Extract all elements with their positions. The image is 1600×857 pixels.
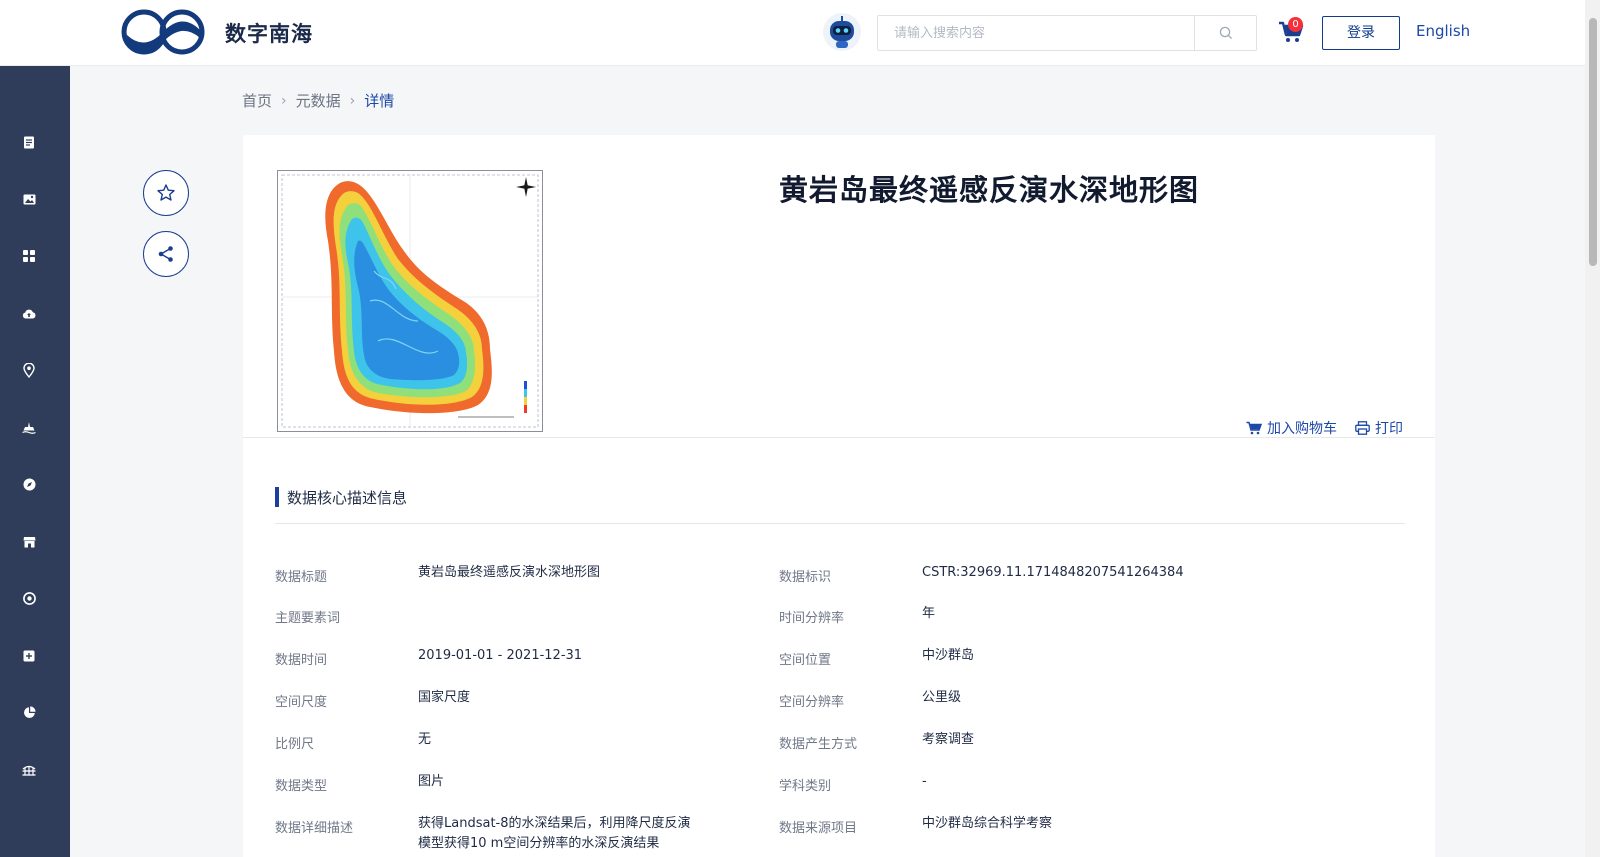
field-label: 数据详细描述 [275, 821, 354, 836]
document-icon[interactable] [21, 134, 37, 150]
page-scrollbar[interactable] [1585, 0, 1600, 857]
section-title: 数据核心描述信息 [287, 488, 408, 507]
field-value: 图片 [418, 774, 445, 789]
bridge-icon[interactable] [21, 762, 37, 778]
field-value: 考察调查 [922, 732, 975, 747]
star-icon [157, 184, 175, 201]
ship-icon[interactable] [21, 420, 37, 436]
section-accent-bar [275, 487, 279, 507]
compass-icon[interactable] [21, 476, 37, 492]
search-button[interactable] [1194, 16, 1256, 50]
printer-icon [1355, 421, 1370, 435]
print-button[interactable]: 打印 [1355, 418, 1403, 438]
site-name[interactable]: 数字南海 [225, 18, 313, 48]
breadcrumb-metadata[interactable]: 元数据 [296, 90, 341, 111]
grid-icon[interactable] [21, 248, 37, 264]
field-value: 获得Landsat-8的水深结果后，利用降尺度反演模型获得10 m空间分辨率的水… [418, 816, 691, 851]
field-label: 空间尺度 [275, 695, 328, 710]
dataset-preview-image[interactable] [277, 170, 543, 432]
cart-count-badge: 0 [1288, 17, 1303, 32]
field-label: 数据类型 [275, 779, 328, 794]
field-value: 年 [922, 606, 936, 621]
scrollbar-thumb[interactable] [1589, 18, 1597, 266]
english-language-link[interactable]: English [1416, 22, 1470, 40]
share-icon [158, 246, 173, 262]
divider [275, 523, 1405, 524]
search-input[interactable] [878, 16, 1194, 50]
field-value: 中沙群岛 [922, 648, 975, 663]
cart-icon [1246, 421, 1262, 435]
search-box [877, 15, 1257, 51]
add-box-icon[interactable] [21, 648, 37, 664]
field-value: CSTR:32969.11.1714848207541264384 [922, 565, 1184, 580]
field-label: 主题要素词 [275, 611, 341, 626]
left-sidebar [0, 66, 70, 857]
field-value: 公里级 [922, 690, 962, 705]
field-label: 数据产生方式 [779, 737, 858, 752]
cloud-upload-icon[interactable] [21, 306, 37, 322]
share-button[interactable] [143, 231, 189, 277]
breadcrumb-current: 详情 [364, 92, 395, 110]
field-label: 数据来源项目 [779, 821, 858, 836]
detail-card: 黄岩岛最终遥感反演水深地形图 加入购物车 打印 数据核心描述信息 数据标题 黄岩… [243, 135, 1435, 857]
login-button[interactable]: 登录 [1322, 16, 1400, 50]
field-value: 2019-01-01 - 2021-12-31 [418, 648, 583, 663]
field-value: 黄岩岛最终遥感反演水深地形图 [418, 565, 601, 580]
field-label: 时间分辨率 [779, 611, 845, 626]
dataset-title: 黄岩岛最终遥感反演水深地形图 [779, 173, 1200, 207]
field-label: 数据时间 [275, 653, 328, 668]
image-icon[interactable] [21, 191, 37, 207]
section-header: 数据核心描述信息 [275, 487, 407, 507]
location-pin-icon[interactable] [21, 362, 37, 378]
chevron-right-icon: › [281, 92, 287, 109]
assistant-robot-icon[interactable] [822, 12, 862, 52]
breadcrumb-home[interactable]: 首页 [242, 90, 272, 111]
pie-chart-icon[interactable] [21, 704, 37, 720]
chevron-right-icon: › [349, 92, 356, 109]
field-label: 空间分辨率 [779, 695, 845, 710]
top-header: 数字南海 0 登录 English [0, 0, 1600, 66]
print-label: 打印 [1375, 421, 1403, 437]
field-label: 比例尺 [275, 737, 315, 752]
target-icon[interactable] [21, 590, 37, 606]
field-label: 数据标题 [275, 570, 328, 585]
search-icon [1219, 26, 1232, 40]
add-to-cart-button[interactable]: 加入购物车 [1246, 418, 1337, 438]
favorite-button[interactable] [143, 170, 189, 216]
field-label: 数据标识 [779, 570, 832, 585]
breadcrumb: 首页 › 元数据 › 详情 [242, 90, 394, 111]
storefront-icon[interactable] [21, 534, 37, 550]
field-value: 无 [418, 732, 432, 747]
site-logo[interactable] [120, 8, 206, 56]
field-label: 空间位置 [779, 653, 832, 668]
field-label: 学科类别 [779, 779, 832, 794]
divider [243, 437, 1435, 438]
field-value: 国家尺度 [418, 690, 471, 705]
add-to-cart-label: 加入购物车 [1267, 421, 1337, 437]
field-value: 中沙群岛综合科学考察 [922, 816, 1053, 831]
field-value: - [922, 774, 927, 789]
